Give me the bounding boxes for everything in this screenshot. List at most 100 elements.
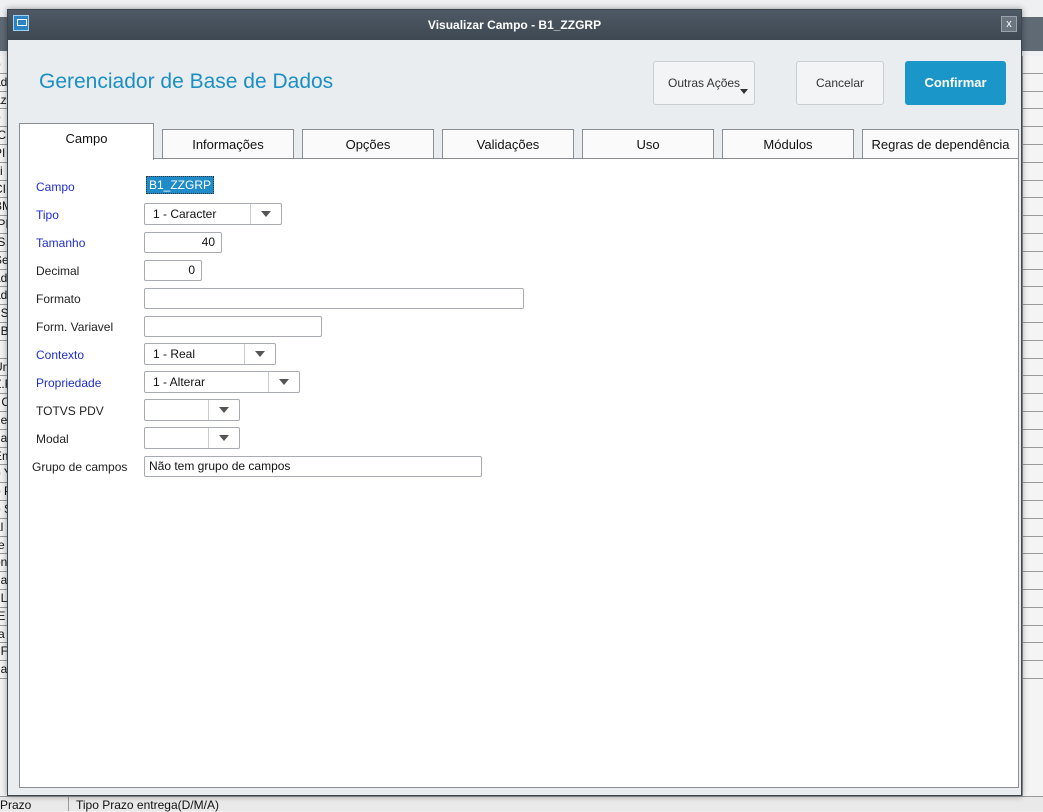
- tab-label: Validações: [476, 137, 540, 152]
- tipo-value: 1 - Caracter: [153, 207, 217, 221]
- tab-label: Uso: [636, 137, 660, 152]
- background-row-cell: [1023, 394, 1043, 412]
- tab-regras-dependencia[interactable]: Regras de dependência: [862, 129, 1019, 159]
- background-row-cell: [1023, 554, 1043, 573]
- background-row-cell: [1023, 198, 1043, 217]
- background-row-cell: [1023, 430, 1043, 448]
- background-row-cell: [1023, 590, 1043, 608]
- background-row-cell: [1023, 661, 1043, 679]
- decimal-label: Decimal: [36, 264, 80, 278]
- tab-uso[interactable]: Uso: [582, 129, 714, 159]
- modal-select[interactable]: [144, 427, 240, 449]
- tab-validacoes[interactable]: Validações: [442, 129, 574, 159]
- background-row-cell: [1023, 252, 1043, 270]
- chevron-down-icon: [244, 344, 275, 364]
- background-row-text: PI: [0, 145, 6, 160]
- tipo-select[interactable]: 1 - Caracter: [144, 203, 282, 225]
- chevron-down-icon: [740, 89, 748, 94]
- background-row-cell: [1023, 537, 1043, 555]
- tipo-label: Tipo: [36, 208, 59, 222]
- chevron-down-icon: [208, 400, 239, 420]
- background-row-cell: [1023, 483, 1043, 501]
- form-variavel-field[interactable]: [144, 316, 322, 337]
- background-row-cell: [1023, 92, 1043, 110]
- background-row-text: az: [0, 92, 7, 107]
- background-row-text: re: [0, 538, 5, 552]
- close-button[interactable]: x: [1001, 16, 1017, 32]
- visualizar-campo-dialog: Visualizar Campo - B1_ZZGRP x Gerenciado…: [7, 9, 1022, 796]
- tab-campo[interactable]: Campo: [19, 123, 154, 160]
- background-row-cell: [1023, 519, 1043, 537]
- background-row-cell: [1023, 448, 1043, 466]
- campo-tab-panel: Campo B1_ZZGRP Tipo 1 - Caracter Tamanho…: [19, 158, 1019, 788]
- background-row-text: o: [0, 110, 1, 124]
- decimal-field[interactable]: 0: [144, 260, 202, 281]
- propriedade-label: Propriedade: [36, 376, 102, 390]
- background-row-cell: [1023, 56, 1043, 74]
- formato-label: Formato: [36, 292, 81, 306]
- background-row-cell: [1023, 234, 1043, 252]
- totvs-pdv-select[interactable]: [144, 399, 240, 421]
- campo-value: B1_ZZGRP: [146, 176, 215, 194]
- campo-label: Campo: [36, 180, 75, 194]
- background-row-cell: [1023, 109, 1043, 128]
- tab-label: Regras de dependência: [871, 137, 1010, 152]
- confirm-button[interactable]: Confirmar: [905, 61, 1006, 105]
- page-title: Gerenciador de Base de Dados: [39, 70, 334, 93]
- tab-informacoes[interactable]: Informações: [162, 129, 294, 159]
- formato-field[interactable]: [144, 288, 524, 309]
- grupo-campos-label: Grupo de campos: [32, 460, 128, 474]
- propriedade-select[interactable]: 1 - Alterar: [144, 371, 300, 393]
- form-variavel-label: Form. Variavel: [36, 320, 114, 334]
- tab-label: Opções: [345, 137, 391, 152]
- background-row-cell: [1023, 465, 1043, 484]
- background-row-cell: [1023, 163, 1043, 181]
- dialog-title: Visualizar Campo - B1_ZZGRP: [427, 18, 602, 32]
- background-row-cell: [1023, 305, 1043, 323]
- tab-opcoes[interactable]: Opções: [302, 129, 434, 159]
- background-row-cell: [1023, 270, 1043, 288]
- chevron-down-icon: [250, 204, 281, 224]
- background-row-cell: [1023, 572, 1043, 590]
- cancel-button[interactable]: Cancelar: [796, 61, 884, 105]
- background-row-cell: [1023, 608, 1043, 626]
- outras-acoes-button[interactable]: Outras Ações: [653, 61, 755, 105]
- background-row-cell: [1023, 626, 1043, 644]
- propriedade-value: 1 - Alterar: [153, 375, 206, 389]
- background-row-cell: [1023, 359, 1043, 377]
- tamanho-field[interactable]: 40: [144, 232, 222, 253]
- background-grid-right: [1022, 56, 1043, 796]
- tab-label: Módulos: [763, 137, 813, 152]
- dialog-header: Gerenciador de Base de Dados Outras Açõe…: [8, 40, 1021, 128]
- background-row-cell: [1023, 501, 1043, 519]
- background-row-cell: [1023, 127, 1043, 145]
- background-row-cell: [1023, 145, 1043, 163]
- background-bottom-row: Prazo Tipo Prazo entrega(D/M/A): [0, 796, 1043, 812]
- background-row-text: o: [0, 57, 1, 71]
- background-row-cell: [1023, 323, 1043, 341]
- background-row-text: al: [0, 519, 4, 534]
- contexto-label: Contexto: [36, 348, 85, 362]
- background-row-cell: [1023, 412, 1043, 430]
- background-row-cell: [1023, 181, 1043, 199]
- chevron-down-icon: [268, 372, 299, 392]
- totvs-pdv-label: TOTVS PDV: [36, 404, 104, 418]
- tab-bar: Campo Informações Opções Validações Uso …: [19, 123, 1019, 160]
- background-row-text: ra: [0, 627, 5, 641]
- tab-modulos[interactable]: Módulos: [722, 129, 854, 159]
- campo-field[interactable]: B1_ZZGRP: [144, 176, 228, 197]
- contexto-select[interactable]: 1 - Real: [144, 343, 276, 365]
- background-row-text: CI: [0, 181, 6, 196]
- tab-label: Campo: [65, 131, 108, 146]
- background-row-cell: [1023, 287, 1043, 306]
- grupo-campos-field[interactable]: Não tem grupo de campos: [144, 456, 482, 477]
- background-row-text: IS: [0, 235, 5, 249]
- background-row-text: .E: [0, 609, 5, 623]
- background-row-cell: [1023, 216, 1043, 234]
- background-row-cell: [1023, 341, 1043, 359]
- background-row-cell: [1023, 74, 1043, 92]
- outras-acoes-label: Outras Ações: [668, 76, 741, 90]
- modal-label: Modal: [36, 432, 69, 446]
- background-row-text: IC: [0, 128, 6, 142]
- background-row-cell: [1023, 643, 1043, 662]
